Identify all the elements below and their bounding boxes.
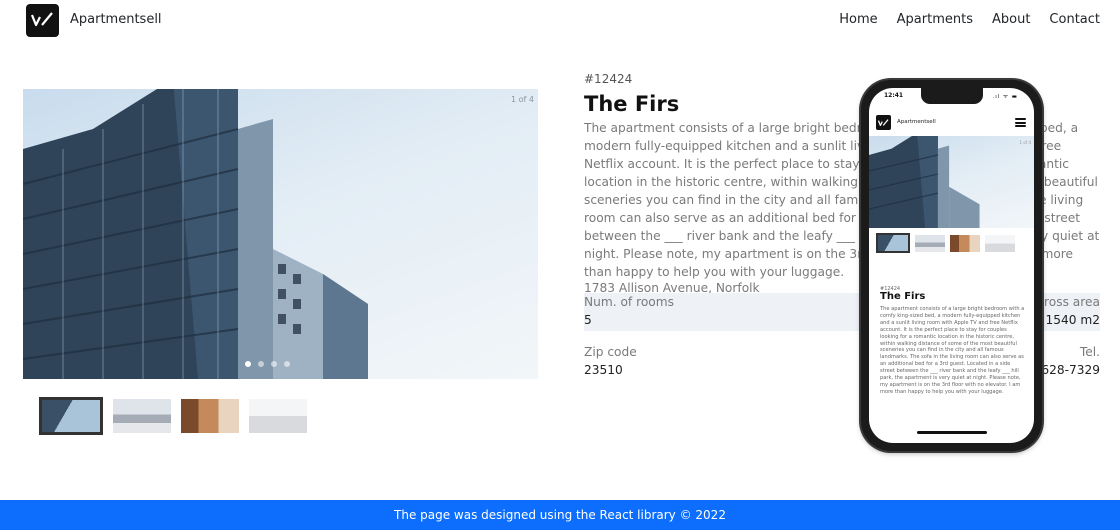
indicator-dot[interactable]: [258, 361, 264, 367]
nav-apartments[interactable]: Apartments: [897, 12, 973, 27]
thumbnail-strip: [39, 397, 307, 435]
image-carousel[interactable]: 1 of 4: [23, 89, 538, 379]
thumbnail-kitchen[interactable]: [181, 399, 239, 433]
nav-contact[interactable]: Contact: [1049, 12, 1100, 27]
phone-carousel: 1 of 4: [869, 136, 1034, 228]
phone-notch: [921, 88, 983, 104]
site-header: Apartmentsell Home Apartments About Cont…: [0, 0, 1120, 40]
building-photo: [23, 89, 368, 379]
hamburger-menu-icon: [1015, 118, 1026, 127]
brand-logo[interactable]: [26, 4, 59, 37]
thumbnail-exterior[interactable]: [39, 397, 103, 435]
spec-value: 1540 m2: [1045, 313, 1100, 327]
phone-time: 12:41: [884, 92, 904, 99]
nav-about[interactable]: About: [992, 12, 1030, 27]
thumbnail-bathroom: [985, 234, 1015, 252]
spec-value: 23510: [584, 363, 623, 377]
phone-brand-logo: [876, 115, 891, 130]
phone-mockup: 12:41 .ıl ᯤ ▬ Apartmentsell 1 of 4 #1242…: [861, 80, 1042, 451]
nav-home[interactable]: Home: [839, 12, 877, 27]
spec-label: Num. of rooms: [584, 295, 674, 309]
phone-apartment-description: The apartment consists of a large bright…: [880, 306, 1025, 395]
phone-brand-name: Apartmentsell: [897, 119, 936, 125]
main-nav: Home Apartments About Contact: [839, 12, 1100, 27]
spec-value: 5: [584, 313, 592, 327]
indicator-dot[interactable]: [284, 361, 290, 367]
carousel-indicators: [245, 361, 290, 367]
phone-home-indicator: [917, 431, 987, 434]
phone-status-icons: .ıl ᯤ ▬: [992, 94, 1018, 100]
building-photo: [869, 136, 980, 228]
site-footer: The page was designed using the React li…: [0, 500, 1120, 530]
thumbnail-exterior: [876, 233, 910, 253]
slide-counter: 1 of 4: [511, 95, 534, 104]
indicator-dot[interactable]: [245, 361, 251, 367]
indicator-dot[interactable]: [271, 361, 277, 367]
spec-label: Gross area: [1034, 295, 1100, 309]
phone-screen: 12:41 .ıl ᯤ ▬ Apartmentsell 1 of 4 #1242…: [869, 88, 1034, 443]
phone-slide-counter: 1 of 4: [1019, 140, 1032, 145]
phone-apartment-title: The Firs: [880, 291, 926, 302]
thumbnail-bathroom[interactable]: [249, 399, 307, 433]
logo-mark-icon: [878, 119, 889, 127]
thumbnail-living-room: [915, 234, 945, 252]
spec-label: Tel.: [1079, 345, 1100, 359]
phone-thumbnail-strip: [876, 233, 1015, 253]
thumbnail-living-room[interactable]: [113, 399, 171, 433]
spec-label: Zip code: [584, 345, 637, 359]
logo-mark-icon: [31, 12, 53, 27]
thumbnail-kitchen: [950, 234, 980, 252]
brand-name[interactable]: Apartmentsell: [70, 12, 162, 27]
